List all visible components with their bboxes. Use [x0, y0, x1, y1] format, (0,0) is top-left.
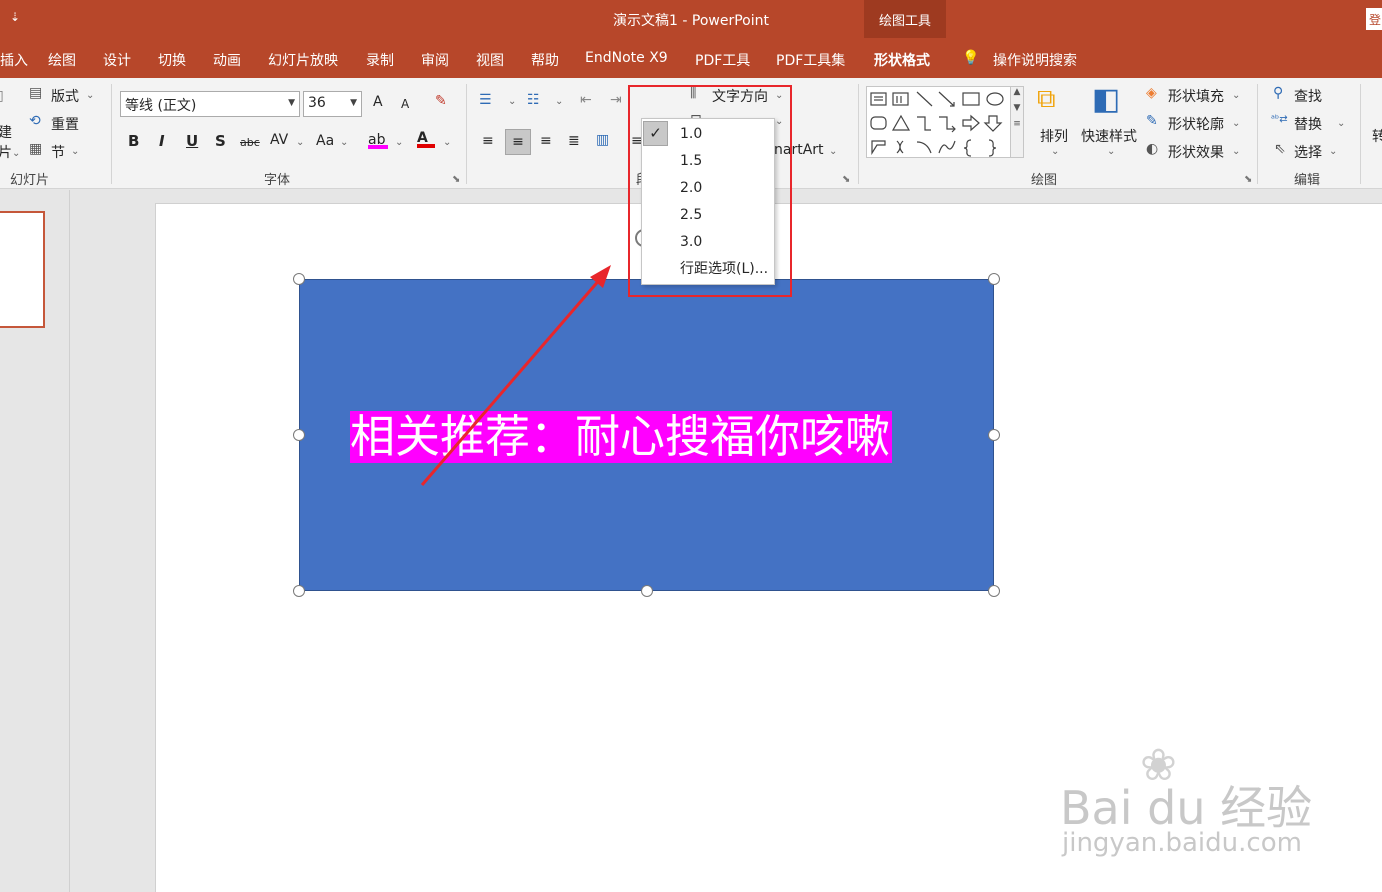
- watermark-url: jingyan.baidu.com: [1062, 828, 1302, 858]
